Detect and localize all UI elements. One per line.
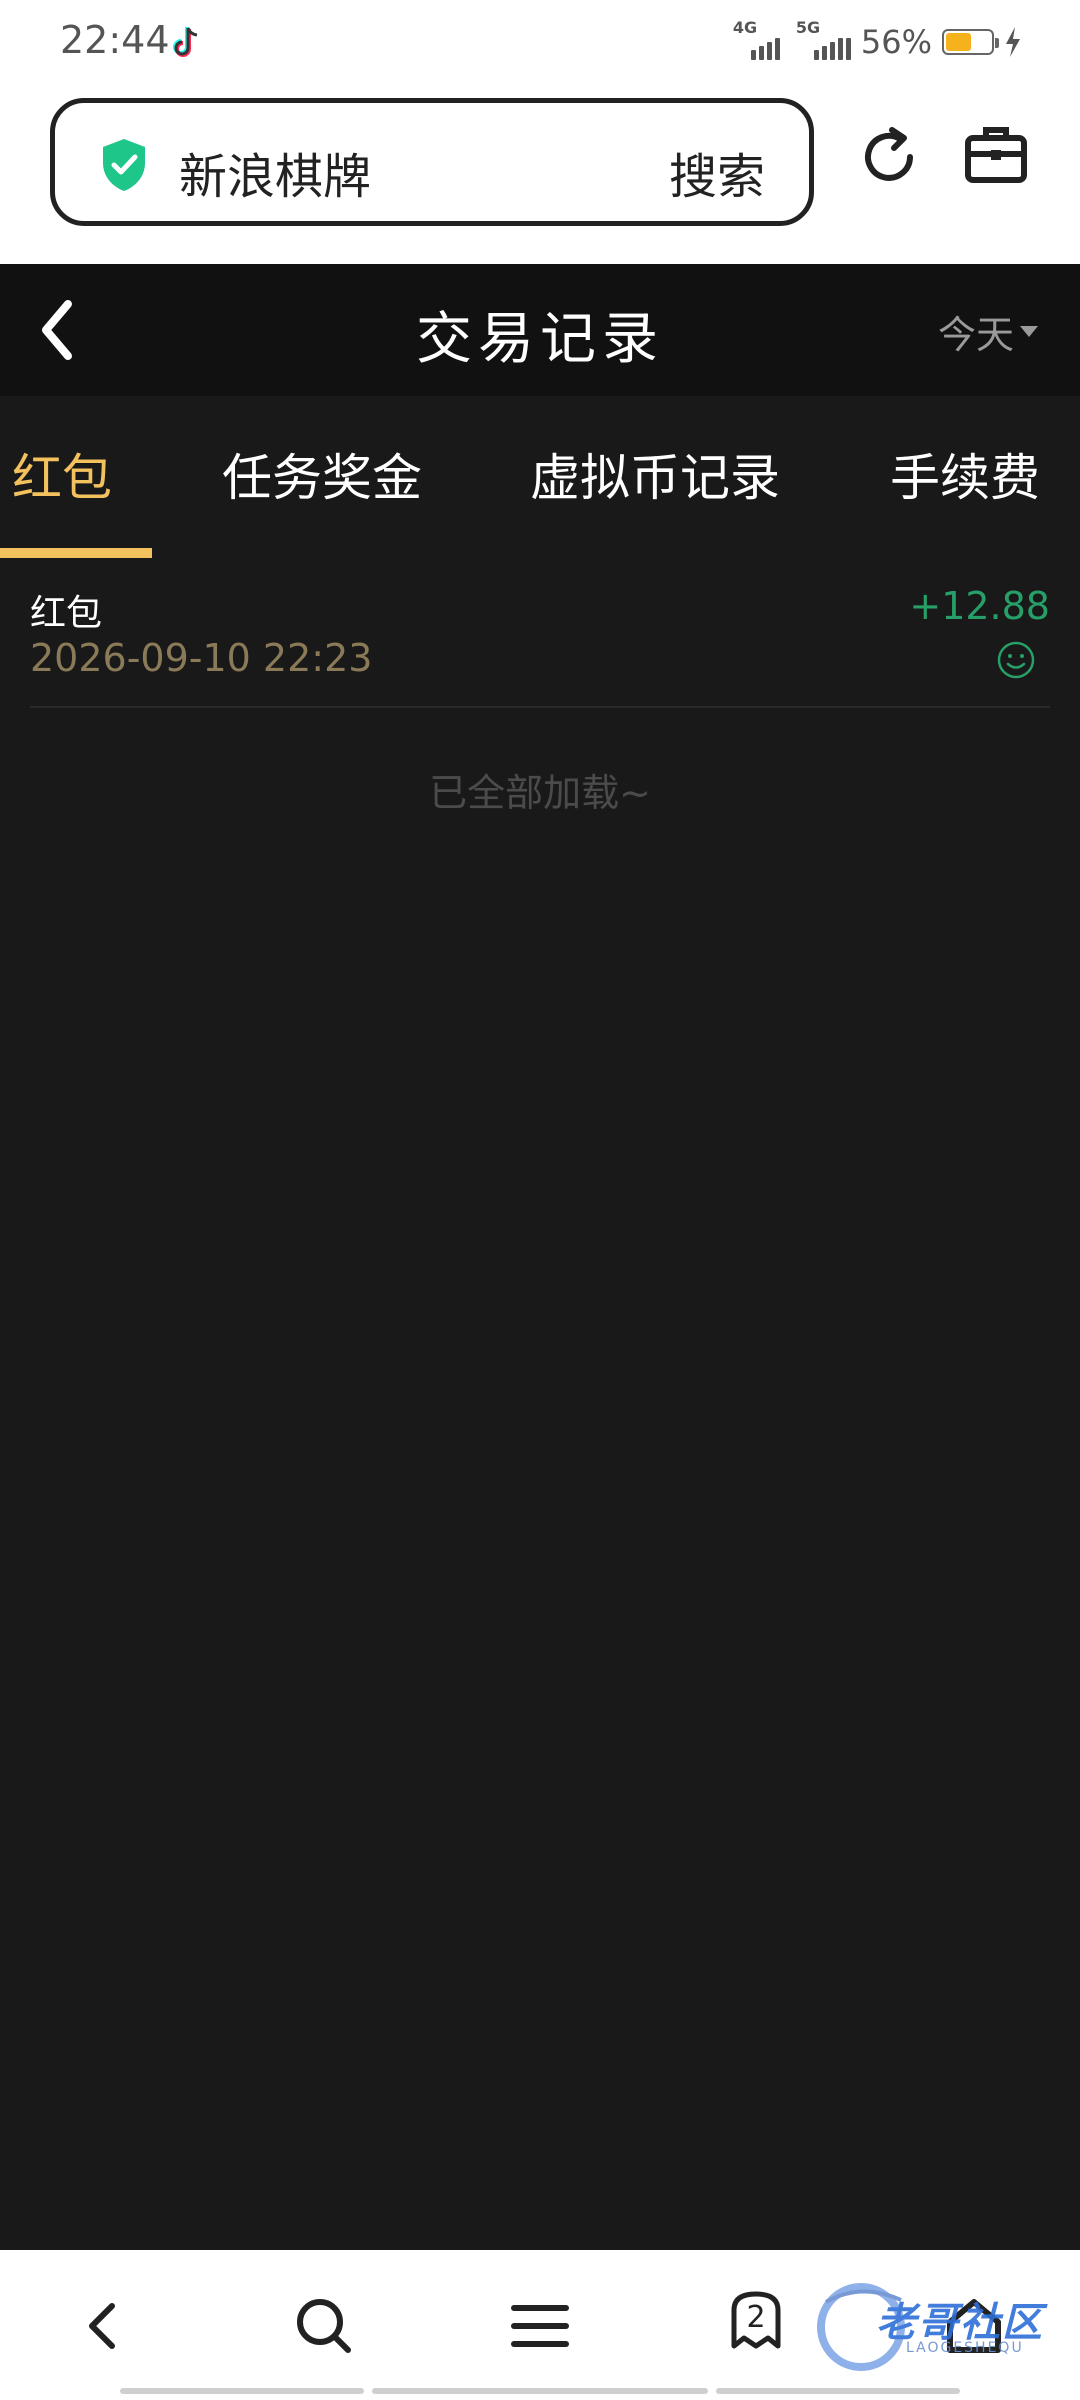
shield-check-icon (103, 139, 145, 191)
browser-toolbar: 新浪棋牌 搜索 (0, 84, 1080, 264)
toolbox-icon[interactable] (964, 122, 1028, 186)
smile-icon (997, 641, 1035, 679)
status-indicators: 4G 5G 56% (733, 18, 1022, 64)
record-title: 红包 (30, 593, 103, 634)
record-tabs: 红包 任务奖金 虚拟币记录 手续费 (0, 396, 1080, 560)
watermark-subtext: LAOGESHEQU (906, 2340, 1024, 2356)
tab-fees[interactable]: 手续费 (890, 438, 1040, 510)
address-bar[interactable]: 新浪棋牌 搜索 (50, 98, 814, 226)
tab-task-bonus[interactable]: 任务奖金 (222, 438, 422, 510)
nav-back-icon[interactable] (72, 2294, 136, 2358)
charging-icon (1006, 27, 1020, 57)
signal-4g-icon: 4G (733, 18, 780, 60)
tiktok-icon (173, 27, 198, 57)
nav-menu-icon[interactable] (508, 2294, 572, 2358)
battery-icon (942, 29, 999, 55)
tabs-count-button[interactable]: 2 (728, 2288, 784, 2352)
all-loaded-note: 已全部加载~ (429, 771, 651, 815)
reload-icon[interactable] (856, 124, 922, 190)
status-time: 22:44 (60, 18, 170, 62)
date-filter-dropdown[interactable]: 今天 (938, 304, 1038, 359)
status-bar: 22:44 4G 5G 56% (0, 0, 1080, 84)
date-filter-label: 今天 (937, 313, 1014, 357)
transaction-content: 红包 任务奖金 虚拟币记录 手续费 红包 2026-09-10 22:23 +1… (0, 396, 1080, 2250)
active-tab-indicator (0, 548, 152, 558)
tab-red-packet[interactable]: 红包 (12, 438, 112, 510)
gesture-bar-segment (120, 2388, 364, 2394)
battery-percent: 56% (860, 23, 932, 61)
gesture-bar-segment (372, 2388, 708, 2394)
record-amount: +12.88 (909, 584, 1050, 628)
address-text[interactable]: 新浪棋牌 (179, 137, 371, 207)
tabs-count: 2 (746, 2300, 766, 2335)
browser-bottom-nav: 2 老哥社区 LAOGESHEQU (0, 2250, 1080, 2400)
page-title: 交易记录 (416, 307, 664, 372)
gesture-bar-segment (716, 2388, 960, 2394)
nav-search-icon[interactable] (292, 2294, 356, 2358)
record-time: 2026-09-10 22:23 (30, 636, 373, 680)
signal-5g-icon: 5G (796, 18, 851, 60)
list-item[interactable]: 红包 2026-09-10 22:23 +12.88 (30, 578, 1050, 708)
search-button[interactable]: 搜索 (669, 137, 765, 207)
watermark-logo: 老哥社区 LAOGESHEQU (806, 2272, 1066, 2382)
caret-down-icon (1020, 325, 1038, 337)
tab-virtual-coin-records[interactable]: 虚拟币记录 (530, 438, 780, 510)
page-header: 交易记录 今天 (0, 264, 1080, 396)
